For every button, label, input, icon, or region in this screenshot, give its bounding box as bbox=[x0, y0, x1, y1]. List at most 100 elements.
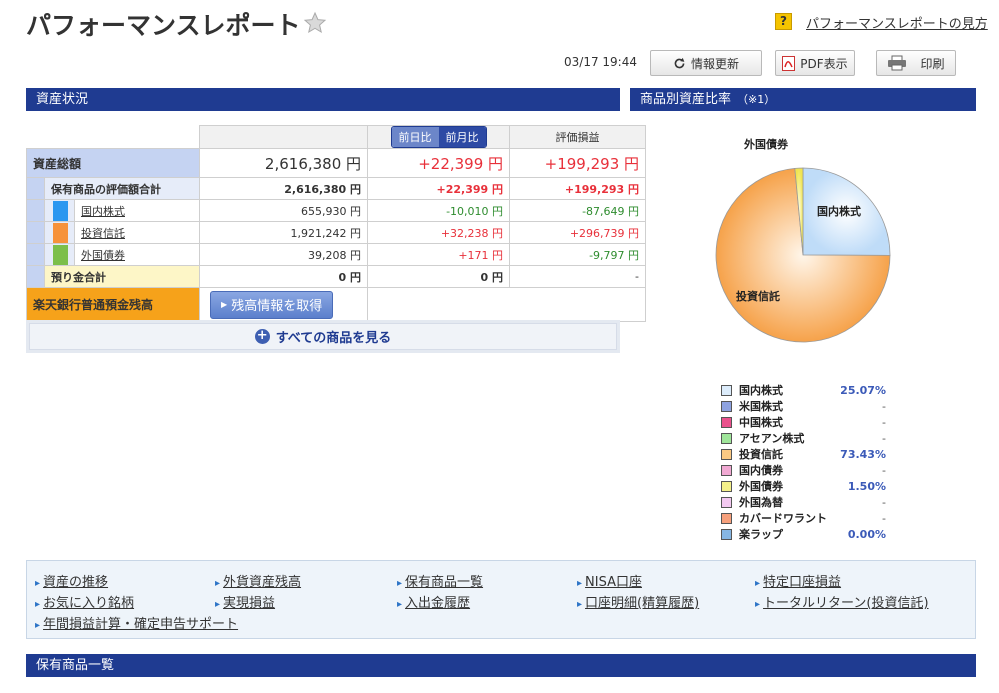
holdings-total-row: 保有商品の評価額合計 2,616,380 円 +22,399 円 +199,29… bbox=[26, 177, 647, 200]
total-assets-eval: +199,293 円 bbox=[509, 148, 647, 178]
link-text[interactable]: NISA口座 bbox=[585, 575, 642, 590]
category-swatch bbox=[53, 244, 68, 265]
legend-item: 米国株式 - bbox=[721, 398, 886, 414]
legend-swatch bbox=[721, 432, 732, 444]
legend-item: 国内債券 - bbox=[721, 462, 886, 478]
table-header-change: 前日比 前月比 bbox=[367, 125, 511, 149]
domestic-stock-link[interactable]: 国内株式 bbox=[81, 205, 125, 218]
refresh-button[interactable]: 情報更新 bbox=[650, 50, 762, 76]
deposit-row: 預り金合計 0 円 0 円 - bbox=[26, 265, 647, 288]
link-text[interactable]: トータルリターン(投資信託) bbox=[763, 596, 929, 611]
deposit-value: 0 円 bbox=[199, 265, 369, 288]
holdings-total-label: 保有商品の評価額合計 bbox=[43, 177, 201, 200]
legend-value: - bbox=[882, 511, 886, 525]
arrow-right-icon: ▶ bbox=[221, 300, 228, 309]
domestic-stock-value: 655,930 円 bbox=[199, 199, 369, 222]
legend-name: 外国為替 bbox=[739, 496, 783, 509]
link-realized-pl[interactable]: ▸ 実現損益 bbox=[215, 592, 275, 611]
link-text[interactable]: 実現損益 bbox=[223, 596, 275, 611]
link-arrow-icon: ▸ bbox=[35, 578, 41, 589]
change-toggle: 前日比 前月比 bbox=[390, 126, 487, 148]
total-assets-change: +22,399 円 bbox=[367, 148, 511, 178]
asset-ratio-title: 商品別資産比率 bbox=[640, 92, 732, 107]
legend-item: 外国債券 1.50% bbox=[721, 478, 886, 494]
foreign-bond-link[interactable]: 外国債券 bbox=[81, 249, 125, 262]
investment-trust-link[interactable]: 投資信託 bbox=[81, 227, 125, 240]
link-favorites[interactable]: ▸ お気に入り銘柄 bbox=[35, 592, 134, 611]
link-text[interactable]: 外貨資産残高 bbox=[223, 575, 301, 590]
deposit-change: 0 円 bbox=[367, 265, 511, 288]
asset-ratio-pie-chart bbox=[715, 167, 891, 343]
table-header-value bbox=[199, 125, 369, 149]
tab-day-change[interactable]: 前日比 bbox=[391, 127, 439, 147]
link-account-statement[interactable]: ▸ 口座明細(精算履歴) bbox=[577, 592, 699, 611]
help-icon[interactable]: ? bbox=[775, 13, 792, 30]
legend-name: アセアン株式 bbox=[739, 432, 805, 445]
pdf-icon bbox=[782, 55, 796, 71]
legend-value: - bbox=[882, 415, 886, 429]
update-timestamp: 03/17 19:44 bbox=[564, 55, 637, 69]
tab-month-change[interactable]: 前月比 bbox=[438, 127, 486, 147]
print-button[interactable]: 印刷 bbox=[876, 50, 956, 76]
see-all-products-button[interactable]: + すべての商品を見る bbox=[29, 323, 617, 350]
help-link[interactable]: パフォーマンスレポートの見方 bbox=[806, 13, 988, 32]
legend-name: 投資信託 bbox=[739, 448, 783, 461]
pdf-button[interactable]: PDF表示 bbox=[775, 50, 855, 76]
legend-swatch bbox=[721, 448, 732, 460]
plus-circle-icon: + bbox=[254, 329, 270, 344]
domestic-stock-eval: -87,649 円 bbox=[509, 199, 647, 222]
color-swatch-cell bbox=[44, 199, 75, 222]
color-swatch-cell bbox=[44, 221, 75, 244]
holdings-total-eval: +199,293 円 bbox=[509, 177, 647, 200]
link-deposit-withdrawal-history[interactable]: ▸ 入出金履歴 bbox=[397, 592, 470, 611]
legend-swatch bbox=[721, 496, 732, 508]
link-annual-tax-support[interactable]: ▸ 年間損益計算・確定申告サポート bbox=[35, 613, 238, 632]
link-text[interactable]: 口座明細(精算履歴) bbox=[585, 596, 699, 611]
table-row: 国内株式 655,930 円 -10,010 円 -87,649 円 bbox=[26, 199, 647, 222]
link-text[interactable]: 年間損益計算・確定申告サポート bbox=[43, 617, 238, 632]
star-icon[interactable] bbox=[303, 11, 327, 35]
legend-value: 1.50% bbox=[847, 479, 886, 493]
pie-label-foreign-bond: 外国債券 bbox=[744, 138, 788, 151]
see-all-label: すべての商品を見る bbox=[275, 331, 392, 346]
legend-name: 米国株式 bbox=[739, 400, 783, 413]
link-asset-history[interactable]: ▸ 資産の推移 bbox=[35, 571, 108, 590]
link-text[interactable]: 入出金履歴 bbox=[405, 596, 470, 611]
fetch-balance-label: 残高情報を取得 bbox=[231, 299, 323, 314]
legend-swatch bbox=[721, 464, 732, 476]
legend-swatch bbox=[721, 528, 732, 540]
asset-ratio-note: （※1） bbox=[737, 93, 776, 106]
fetch-balance-button[interactable]: ▶ 残高情報を取得 bbox=[210, 290, 334, 319]
domestic-stock-change: -10,010 円 bbox=[367, 199, 511, 222]
holdings-total-value: 2,616,380 円 bbox=[199, 177, 369, 200]
indent-cell bbox=[26, 243, 45, 266]
legend-item: 投資信託 73.43% bbox=[721, 446, 886, 462]
link-arrow-icon: ▸ bbox=[397, 578, 403, 589]
legend-value: - bbox=[882, 431, 886, 445]
legend-swatch bbox=[721, 400, 732, 412]
total-assets-value: 2,616,380 円 bbox=[199, 148, 369, 178]
link-foreign-currency-balance[interactable]: ▸ 外貨資産残高 bbox=[215, 571, 301, 590]
link-nisa-account[interactable]: ▸ NISA口座 bbox=[577, 571, 642, 590]
total-assets-label: 資産総額 bbox=[25, 148, 201, 178]
link-specific-account-pl[interactable]: ▸ 特定口座損益 bbox=[755, 571, 841, 590]
link-holdings-list[interactable]: ▸ 保有商品一覧 bbox=[397, 571, 483, 590]
asset-status-header: 資産状況 bbox=[26, 88, 620, 111]
link-text[interactable]: 特定口座損益 bbox=[763, 575, 841, 590]
pie-slices bbox=[715, 167, 891, 343]
category-label-cell: 投資信託 bbox=[73, 221, 201, 244]
link-total-return[interactable]: ▸ トータルリターン(投資信託) bbox=[755, 592, 929, 611]
category-swatch bbox=[53, 200, 68, 221]
legend-item: 国内株式 25.07% bbox=[721, 382, 886, 398]
pdf-label: PDF表示 bbox=[800, 56, 848, 71]
link-arrow-icon: ▸ bbox=[577, 578, 583, 589]
link-text[interactable]: お気に入り銘柄 bbox=[43, 596, 134, 611]
refresh-label: 情報更新 bbox=[690, 56, 739, 71]
link-text[interactable]: 資産の推移 bbox=[43, 575, 108, 590]
legend-name: 国内債券 bbox=[739, 464, 783, 477]
legend-swatch bbox=[721, 384, 732, 396]
foreign-bond-value: 39,208 円 bbox=[199, 243, 369, 266]
link-text[interactable]: 保有商品一覧 bbox=[405, 575, 483, 590]
link-arrow-icon: ▸ bbox=[397, 599, 403, 610]
holdings-total-change: +22,399 円 bbox=[367, 177, 511, 200]
